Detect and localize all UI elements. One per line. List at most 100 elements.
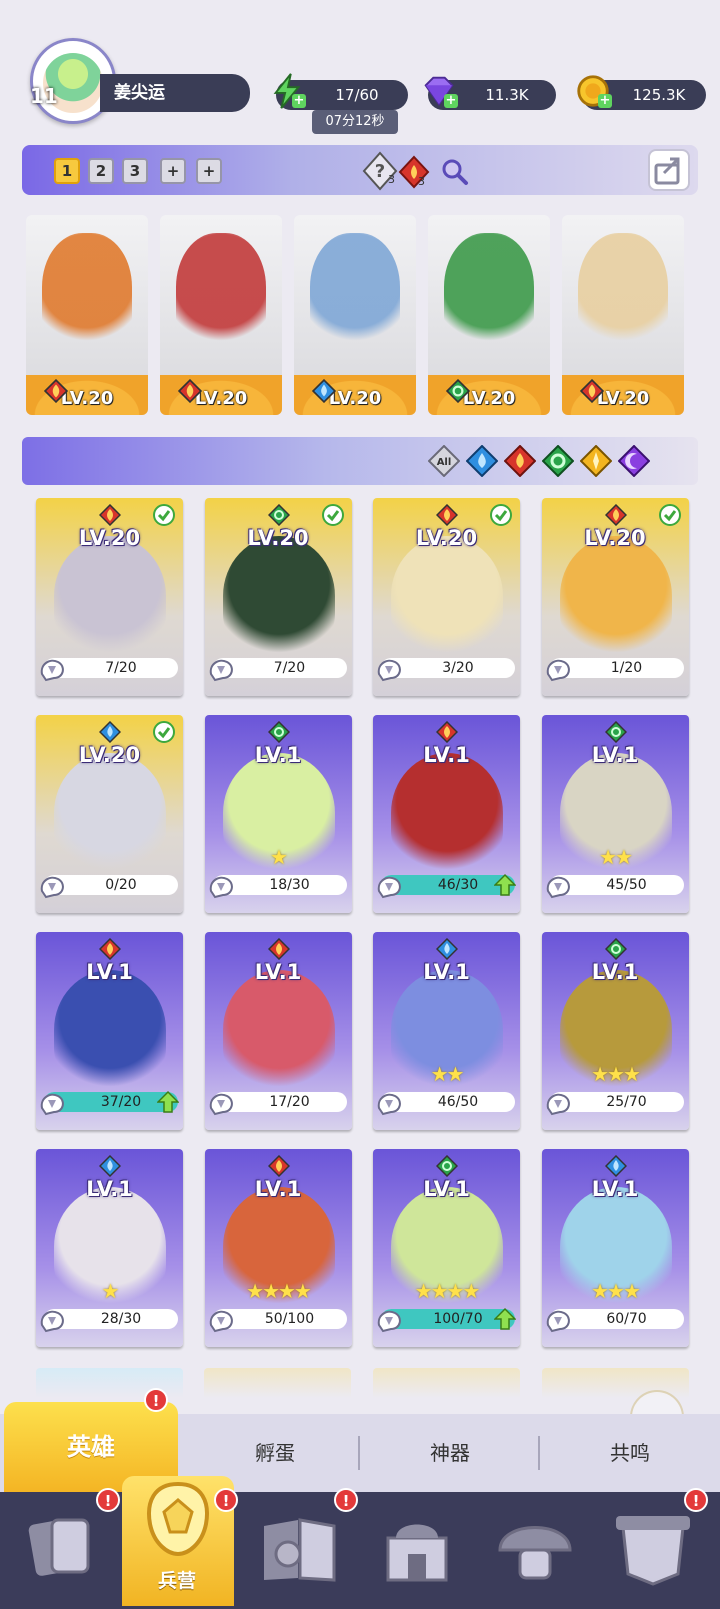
cards-icon	[28, 1518, 90, 1576]
shard-icon	[209, 1310, 233, 1333]
nav-barracks[interactable]: 兵营	[122, 1476, 234, 1606]
nav-mushroom-house[interactable]	[490, 1508, 580, 1592]
nav-guild[interactable]	[608, 1508, 698, 1592]
shard-progress-text: 1/20	[610, 660, 643, 676]
hero-portrait	[54, 536, 166, 656]
hero-level: LV.1	[254, 960, 302, 984]
tab-resonance[interactable]: 共鸣	[542, 1414, 718, 1492]
hero-card[interactable]: LV.1 ★★ 46/50	[373, 932, 520, 1130]
share-button[interactable]	[648, 149, 690, 191]
team-member-card[interactable]: LV.20	[428, 215, 550, 415]
hero-card[interactable]: LV.1 ★★★★ 50/100	[204, 1149, 352, 1347]
gold-counter[interactable]: + 125.3K	[577, 75, 706, 110]
hero-card[interactable]: LV.20 1/20	[541, 498, 689, 696]
player-name: 姜尖运	[100, 74, 250, 112]
team-member-card[interactable]: LV.20	[562, 215, 684, 415]
gem-add-icon[interactable]: +	[444, 94, 458, 108]
team-lineup: LV.20 LV.20 LV.20 LV.20 LV.20	[26, 215, 696, 415]
team-member-card[interactable]: LV.20	[26, 215, 148, 415]
gem-counter[interactable]: + 11.3K	[424, 76, 556, 110]
hero-portrait	[176, 233, 266, 353]
shard-progress-text: 46/50	[437, 1094, 479, 1110]
team-member-card[interactable]: LV.20	[160, 215, 282, 415]
nav-cards-alert-badge: !	[96, 1488, 120, 1512]
shard-icon	[40, 659, 64, 682]
hero-card[interactable]: LV.1 ★★★★ 100/70	[373, 1149, 520, 1347]
nav-cards[interactable]	[18, 1508, 108, 1592]
gold-add-icon[interactable]: +	[598, 94, 612, 108]
filter-all-icon[interactable]: All	[428, 445, 460, 477]
upgrade-arrow-icon	[157, 1090, 179, 1113]
hero-portrait	[310, 233, 400, 353]
hero-level: LV.1	[423, 1177, 470, 1201]
hero-card[interactable]: LV.1 ★ 18/30	[204, 715, 352, 913]
hero-card[interactable]: LV.1 ★ 28/30	[36, 1149, 183, 1347]
wind-element-icon	[435, 1154, 459, 1178]
filter-light-icon[interactable]	[580, 445, 612, 477]
hero-card[interactable]: LV.1 ★★ 45/50	[541, 715, 689, 913]
filter-water-icon[interactable]	[466, 445, 498, 477]
checkmark-icon	[153, 721, 175, 743]
team-slot-3[interactable]: 3	[122, 158, 148, 184]
hero-card[interactable]: LV.20 7/20	[204, 498, 352, 696]
shard-progress-text: 25/70	[606, 1094, 647, 1110]
hero-level: LV.1	[423, 743, 470, 767]
shard-icon	[40, 1093, 64, 1116]
hero-level: LV.1	[86, 1177, 133, 1201]
barracks-icon	[147, 1481, 209, 1557]
tab-artifacts[interactable]: 神器	[362, 1414, 538, 1492]
shard-icon	[209, 876, 233, 899]
shard-progress-text: 28/30	[100, 1311, 142, 1327]
checkmark-icon	[490, 504, 512, 526]
team-member-card[interactable]: LV.20	[294, 215, 416, 415]
top-status-bar: 11 姜尖运 + 17/60 07分12秒 + 11.3K + 125.3K	[0, 0, 720, 140]
wind-element-icon	[445, 378, 471, 407]
upgrade-arrow-icon	[494, 1307, 516, 1330]
fire-element-icon	[604, 503, 627, 527]
hero-stars: ★	[270, 845, 288, 869]
fire-element-icon	[435, 503, 459, 527]
fire-crystal-icon	[398, 155, 430, 189]
hero-level: LV.1	[254, 743, 302, 767]
hero-card[interactable]: LV.20 0/20	[36, 715, 183, 913]
team-slot-2[interactable]: 2	[88, 158, 114, 184]
shard-progress-text: 50/100	[264, 1311, 315, 1327]
shard-progress-text: 60/70	[606, 1311, 647, 1327]
energy-counter[interactable]: + 17/60	[273, 73, 408, 110]
nav-guild-alert-badge: !	[684, 1488, 708, 1512]
nav-castle[interactable]	[372, 1508, 462, 1592]
nav-tome[interactable]	[254, 1508, 344, 1592]
energy-add-icon[interactable]: +	[292, 94, 306, 108]
shard-icon	[377, 876, 401, 899]
hero-level: LV.20	[78, 526, 141, 550]
hero-stars: ★★★	[591, 1062, 641, 1086]
hero-card[interactable]: LV.1 17/20	[204, 932, 352, 1130]
filter-fire-icon[interactable]	[504, 445, 536, 477]
sub-tab-bar: 英雄 ! 孵蛋 神器 共鸣	[0, 1388, 720, 1492]
hero-card[interactable]: LV.1 46/30	[373, 715, 520, 913]
hero-stars: ★★★	[591, 1279, 641, 1303]
hero-card[interactable]: LV.20 3/20	[373, 498, 520, 696]
filter-dark-icon[interactable]	[618, 445, 650, 477]
hero-portrait	[222, 536, 335, 656]
hero-level: LV.1	[591, 960, 639, 984]
team-slot-add-2[interactable]: +	[196, 158, 222, 184]
tab-divider	[538, 1436, 540, 1470]
share-icon	[654, 157, 680, 185]
hero-card[interactable]: LV.1 ★★★ 25/70	[541, 932, 689, 1130]
team-slot-add-1[interactable]: +	[160, 158, 186, 184]
shard-icon	[546, 1310, 570, 1333]
team-slot-1[interactable]: 1	[54, 158, 80, 184]
filter-wind-icon[interactable]	[542, 445, 574, 477]
hero-portrait	[222, 970, 335, 1090]
team-selector-bar: 1 2 3 + + ? 3 3	[22, 145, 698, 195]
hero-portrait	[391, 753, 503, 873]
magnifier-icon[interactable]	[440, 157, 470, 187]
fire-element-icon	[98, 503, 122, 527]
hero-card[interactable]: LV.20 7/20	[36, 498, 183, 696]
hero-card[interactable]: LV.1 37/20	[36, 932, 183, 1130]
hero-card[interactable]: LV.1 ★★★ 60/70	[541, 1149, 689, 1347]
shard-progress-text: 3/20	[442, 660, 474, 676]
wind-element-icon	[604, 720, 627, 744]
help-count: 3	[388, 173, 395, 186]
